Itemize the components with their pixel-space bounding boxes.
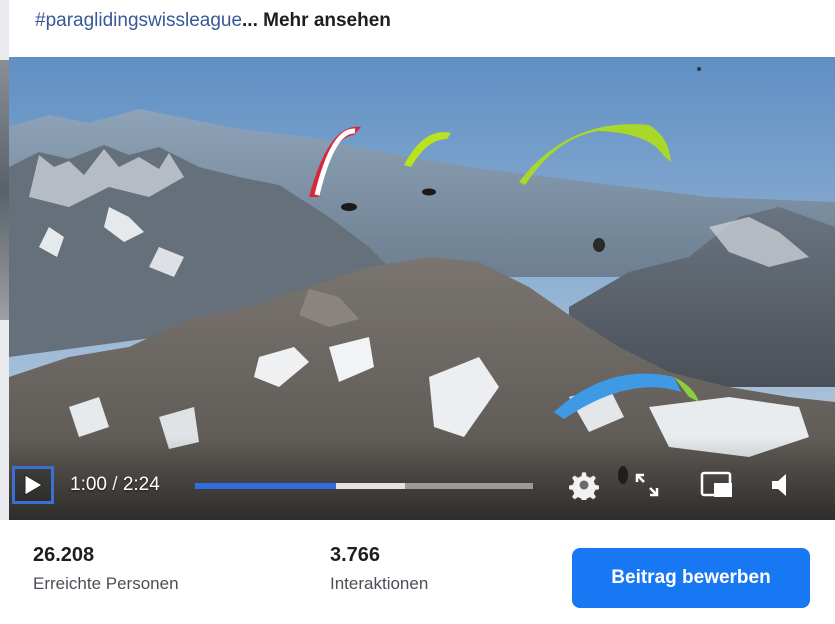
reach-label: Erreichte Personen — [33, 574, 179, 593]
interactions-value: 3.766 — [330, 544, 381, 566]
post-caption: #paraglidingswissleague... Mehr ansehen — [35, 8, 391, 38]
reach-value: 26.208 — [33, 544, 95, 566]
fullscreen-button[interactable] — [628, 466, 666, 504]
adjacent-post-edge — [0, 60, 9, 320]
interactions-label: Interaktionen — [330, 574, 429, 593]
play-icon — [24, 474, 43, 496]
settings-button[interactable] — [565, 466, 603, 504]
video-timestamp: 1:00 / 2:24 — [70, 472, 160, 498]
fullscreen-expand-icon — [635, 473, 659, 497]
settings-gear-icon — [569, 471, 599, 500]
video-frame — [9, 57, 835, 520]
play-button[interactable] — [12, 466, 54, 504]
current-time: 1:00 — [70, 474, 107, 495]
volume-button[interactable] — [765, 466, 803, 504]
video-player[interactable] — [9, 57, 835, 520]
volume-icon — [772, 474, 786, 496]
see-more-link[interactable]: ... Mehr ansehen — [242, 10, 391, 31]
progress-bar[interactable] — [195, 483, 533, 489]
played-range — [195, 483, 336, 489]
picture-in-picture-icon — [700, 471, 732, 497]
time-separator: / — [106, 474, 123, 495]
picture-in-picture-button[interactable] — [698, 466, 736, 504]
boost-post-button[interactable]: Beitrag bewerben — [572, 548, 810, 608]
hashtag-link[interactable]: #paraglidingswissleague — [35, 10, 242, 31]
duration: 2:24 — [122, 474, 160, 495]
